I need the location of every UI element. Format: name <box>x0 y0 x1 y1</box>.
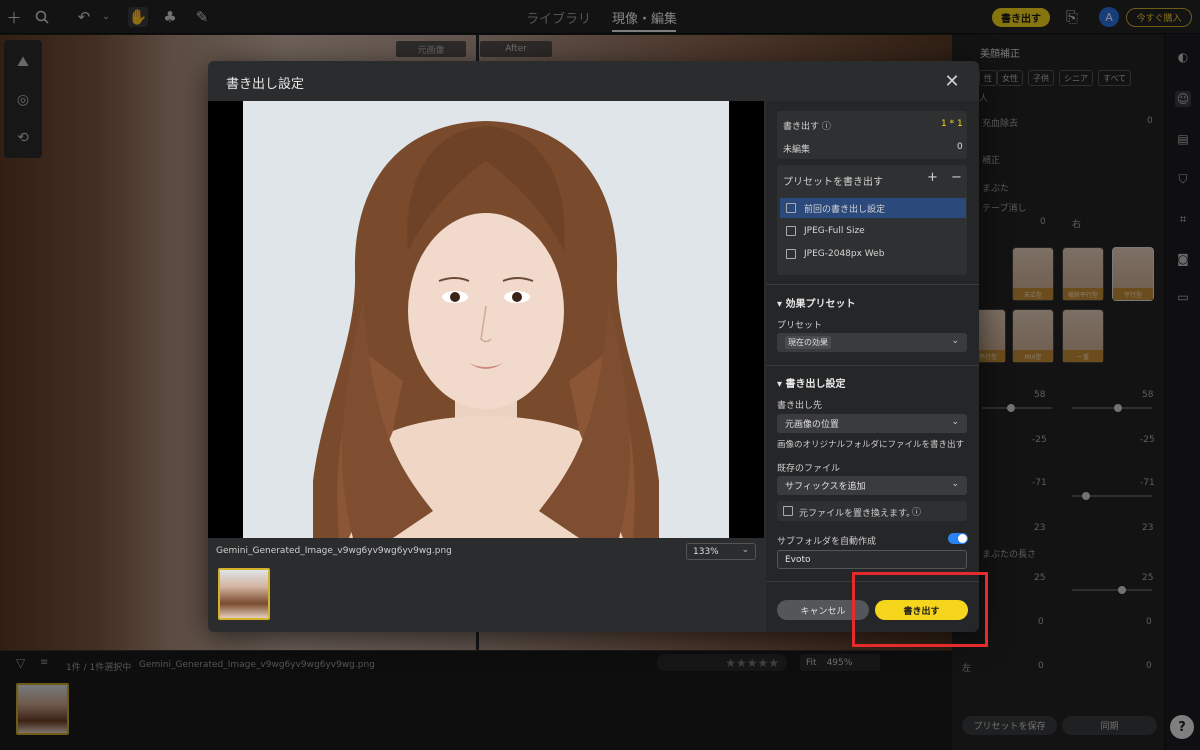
preset-label: JPEG-Full Size <box>804 226 865 236</box>
preset-header: プリセットを書き出す <box>783 177 883 188</box>
destination-value: 元画像の位置 <box>785 420 840 430</box>
export-settings-dialog: 書き出し設定 ✕ Gemini_Generated_Image_v9wg6yv9… <box>208 61 979 632</box>
preset-item[interactable]: 前回の書き出し設定 <box>780 198 966 218</box>
destination-label: 書き出し先 <box>777 401 823 411</box>
chevron-down-icon: ⌄ <box>951 417 959 427</box>
checkbox[interactable] <box>786 249 796 259</box>
export-settings-title: 書き出し設定 <box>785 379 846 390</box>
highlight-box <box>852 572 988 647</box>
unedited-label: 未編集 <box>783 145 811 155</box>
existing-file-select[interactable]: サフィックスを追加 ⌄ <box>777 476 967 495</box>
export-count-value: 1 * 1 <box>941 119 963 129</box>
checkbox[interactable] <box>786 226 796 236</box>
effect-preset-select[interactable]: 現在の効果 ⌄ <box>777 333 967 352</box>
zoom-value: 133% <box>693 546 719 557</box>
replace-original-row[interactable]: 元ファイルを置き換えます。 ⓘ <box>777 501 967 521</box>
preview-photo <box>243 101 729 538</box>
preset-label: JPEG-2048px Web <box>804 249 885 259</box>
chevron-down-icon: ⌄ <box>951 479 959 489</box>
unedited-count: 0 <box>957 142 963 152</box>
portrait-illustration <box>243 101 729 538</box>
preset-item[interactable]: JPEG-2048px Web <box>780 244 966 264</box>
preset-label: 前回の書き出し設定 <box>804 204 886 215</box>
export-settings-header[interactable]: ▾ 書き出し設定 <box>777 375 846 390</box>
export-preview <box>208 101 764 538</box>
checkbox[interactable] <box>783 506 793 516</box>
preset-value-chip: 現在の効果 <box>785 336 831 349</box>
export-count-box: 書き出す ⓘ 1 * 1 未編集 0 <box>777 111 967 159</box>
section-divider <box>766 284 979 285</box>
export-count-label: 書き出す ⓘ <box>783 122 831 132</box>
add-preset-icon[interactable]: + <box>927 170 938 185</box>
section-divider <box>766 365 979 366</box>
subfolder-name-input[interactable]: Evoto <box>777 550 967 569</box>
subfolder-toggle[interactable] <box>948 533 968 544</box>
effect-preset-header[interactable]: ▾ 効果プリセット <box>777 295 856 310</box>
preview-filename: Gemini_Generated_Image_v9wg6yv9wg6yv9wg.… <box>216 546 452 556</box>
chevron-down-icon: ⌄ <box>951 336 959 346</box>
subfolder-label: サブフォルダを自動作成 <box>777 537 877 547</box>
preview-thumbnail[interactable] <box>218 568 270 620</box>
export-settings-panel: 書き出す ⓘ 1 * 1 未編集 0 プリセットを書き出す + − 前回の書き出… <box>766 101 979 632</box>
existing-file-label: 既存のファイル <box>777 464 841 474</box>
existing-file-value: サフィックスを追加 <box>785 482 866 492</box>
preset-item[interactable]: JPEG-Full Size <box>780 221 966 241</box>
dialog-title: 書き出し設定 <box>226 77 305 92</box>
destination-select[interactable]: 元画像の位置 ⌄ <box>777 414 967 433</box>
destination-note: 画像のオリジナルフォルダにファイルを書き出す <box>777 440 965 450</box>
preview-zoom-select[interactable]: 133% ⌄ <box>686 543 756 560</box>
preset-label: プリセット <box>777 321 823 331</box>
checkbox[interactable] <box>786 203 796 213</box>
chevron-down-icon: ⌄ <box>741 545 749 555</box>
replace-label: 元ファイルを置き換えます。 <box>799 509 916 519</box>
remove-preset-icon[interactable]: − <box>951 170 962 185</box>
export-label: 書き出す <box>783 122 820 132</box>
effect-preset-title: 効果プリセット <box>785 299 856 310</box>
close-icon[interactable]: ✕ <box>942 71 962 92</box>
info-icon[interactable]: ⓘ <box>912 505 921 518</box>
